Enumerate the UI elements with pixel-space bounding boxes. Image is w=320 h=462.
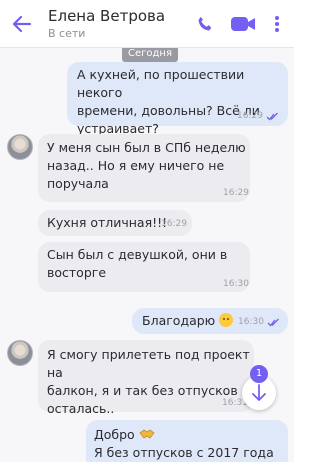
contact-avatar[interactable] — [7, 134, 33, 160]
message-time: 16:30 — [223, 279, 249, 289]
unread-count-badge: 1 — [250, 365, 268, 383]
message-time: 16:29 — [161, 219, 187, 229]
message-bubble-outgoing[interactable]: Благодарю 16:30 — [132, 308, 288, 334]
message-bubble-incoming[interactable]: Сын был с девушкой, они в восторге 16:30 — [38, 242, 250, 292]
video-call-icon[interactable] — [230, 15, 256, 33]
date-divider: Сегодня — [122, 48, 178, 62]
chat-header: Елена Ветрова В сети — [0, 0, 294, 48]
contact-name[interactable]: Елена Ветрова — [48, 7, 165, 25]
message-time: 16:29 — [237, 111, 263, 121]
phone-call-icon[interactable] — [195, 14, 215, 34]
message-text: Сын был с девушкой, они в восторге — [47, 247, 228, 280]
message-text: А кухней, по прошествии некого времени, … — [77, 67, 260, 136]
message-bubble-incoming[interactable]: Я смогу прилететь под проект на балкон, … — [38, 340, 254, 416]
message-time: 16:30 — [238, 317, 264, 327]
handshake-icon — [139, 429, 155, 439]
more-options-icon[interactable] — [273, 14, 281, 34]
message-bubble-incoming[interactable]: У меня сын был в СПб неделю назад.. Но я… — [38, 134, 250, 202]
message-text: Кухня отличная!!! — [47, 215, 168, 230]
contact-status: В сети — [48, 27, 86, 40]
message-bubble-outgoing[interactable]: А кухней, по прошествии некого времени, … — [67, 62, 288, 136]
arrow-down-icon — [252, 384, 266, 401]
message-text: Добро Я без отпусков с 2017 года — [94, 427, 274, 460]
message-text: У меня сын был в СПб неделю назад.. Но я… — [47, 140, 246, 191]
read-receipt-icon — [267, 318, 279, 327]
message-time: 16:29 — [223, 188, 249, 198]
message-bubble-outgoing[interactable]: Добро Я без отпусков с 2017 года — [86, 420, 288, 462]
message-text: Благодарю — [142, 312, 234, 330]
contact-avatar[interactable] — [7, 340, 33, 366]
back-arrow-icon[interactable] — [10, 12, 34, 36]
read-receipt-icon — [266, 112, 278, 121]
message-bubble-incoming[interactable]: Кухня отличная!!! 16:29 — [38, 210, 192, 236]
blush-face-icon — [219, 313, 234, 327]
